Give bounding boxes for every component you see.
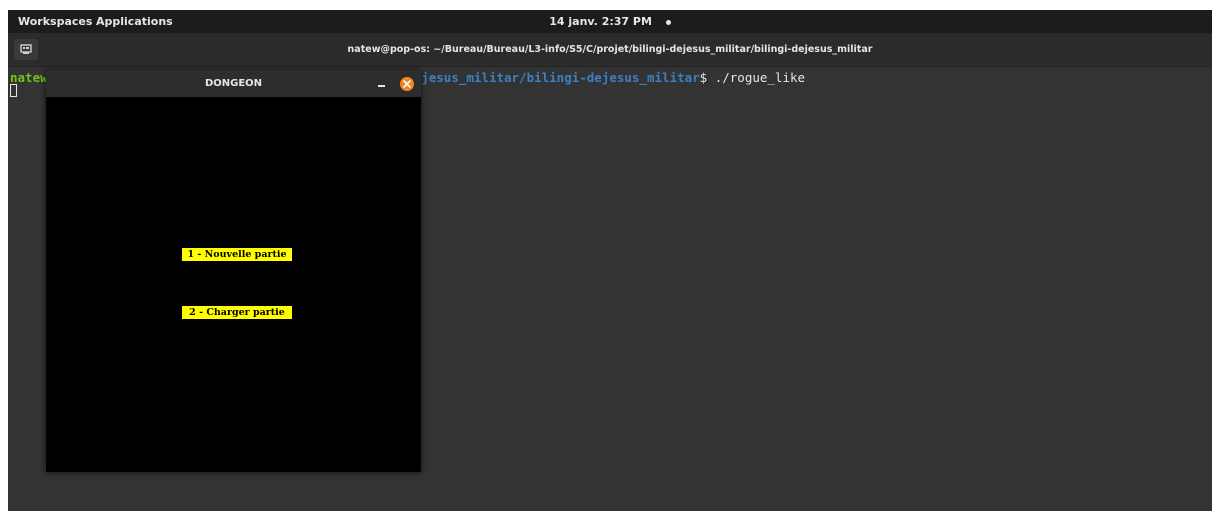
workspaces-button[interactable]: Workspaces <box>18 10 92 33</box>
applications-button[interactable]: Applications <box>96 10 173 33</box>
minimize-button[interactable] <box>375 76 389 90</box>
desktop-screen: Workspaces Applications 14 janv. 2:37 PM… <box>8 10 1212 511</box>
game-canvas: 1 - Nouvelle partie 2 - Charger partie <box>46 97 421 472</box>
close-button[interactable] <box>400 77 414 91</box>
terminal-tab-button[interactable] <box>14 39 38 60</box>
clock-area: 14 janv. 2:37 PM <box>8 10 1212 33</box>
clock-button[interactable]: 14 janv. 2:37 PM <box>549 15 652 28</box>
load-game-option[interactable]: 2 - Charger partie <box>182 306 292 319</box>
terminal-headerbar: natew@pop-os: ~/Bureau/Bureau/L3-info/S5… <box>8 33 1212 67</box>
terminal-title: natew@pop-os: ~/Bureau/Bureau/L3-info/S5… <box>347 44 873 55</box>
terminal-icon <box>20 44 32 54</box>
game-window: DONGEON 1 - Nouvelle partie 2 - Charger … <box>46 70 421 472</box>
prompt-command: ./rogue_like <box>707 70 806 85</box>
terminal-cursor <box>10 84 17 97</box>
top-panel: Workspaces Applications 14 janv. 2:37 PM <box>8 10 1212 33</box>
prompt-path: -dejesus_militar/bilingi-dejesus_militar <box>398 70 700 85</box>
notification-dot-icon[interactable] <box>665 19 671 25</box>
prompt-user: natew <box>10 70 48 85</box>
game-window-title: DONGEON <box>204 78 263 89</box>
minimize-icon <box>378 85 385 87</box>
new-game-option[interactable]: 1 - Nouvelle partie <box>182 248 292 261</box>
game-titlebar[interactable]: DONGEON <box>46 70 421 97</box>
close-icon <box>403 80 411 88</box>
